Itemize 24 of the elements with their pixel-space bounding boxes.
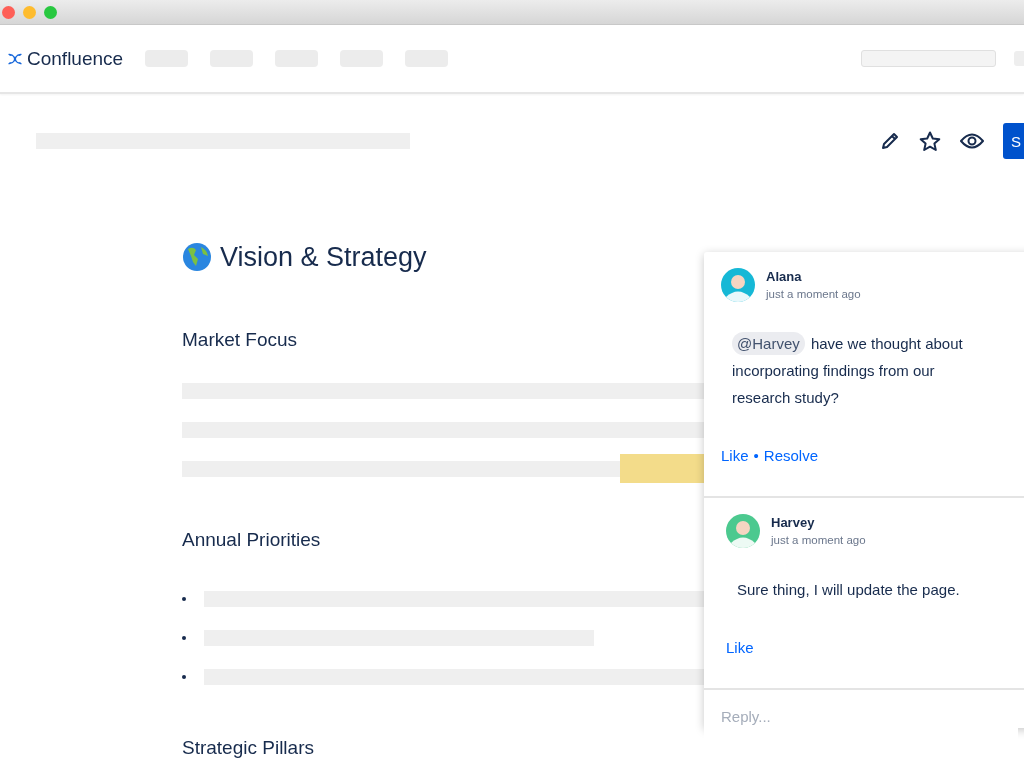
star-icon[interactable] [919,130,941,152]
globe-icon [182,242,212,272]
comment-action-link[interactable]: Resolve [763,447,818,464]
comment-text: Sure thing, I will update the page. [737,580,961,600]
section-heading: Annual Priorities [182,529,321,551]
comment-time: just a moment ago [771,534,866,546]
edit-icon[interactable] [880,131,900,151]
comment-text: @Harvey have we thought about incorporating findings from our research study? [732,330,992,411]
comment-time: just a moment ago [766,288,861,300]
bullet-icon [182,675,186,679]
logo-icon [8,52,22,65]
page-title: Vision & Strategy [220,241,427,273]
comment-action-link[interactable]: Like [726,639,754,656]
comment-action-link[interactable]: Like [721,447,749,464]
bullet-icon [182,636,186,640]
bullet-icon [182,597,186,601]
share-button[interactable]: S [1003,123,1024,159]
comment-author: Harvey [771,515,816,530]
separator: • [753,447,759,464]
comment-author: Alana [766,269,803,284]
watch-icon[interactable] [960,133,984,149]
app-name[interactable]: Confluence [27,47,124,70]
section-heading: Market Focus [182,329,298,351]
section-heading: Strategic Pillars [182,737,314,759]
